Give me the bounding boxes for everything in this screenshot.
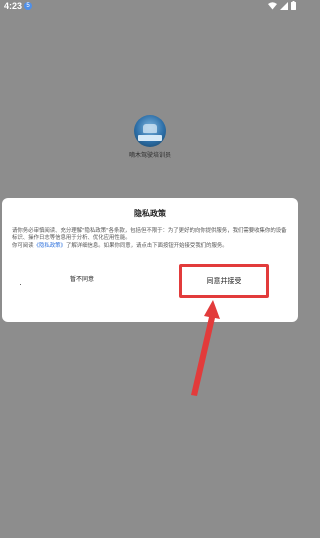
status-time: 4:23 (4, 1, 23, 11)
dialog-body-intro: 请你务必审慎阅读、充分理解"隐私政策"各条款，包括但不限于：为了更好的向你提供服… (12, 228, 287, 242)
wifi-icon (268, 1, 277, 9)
logo-car-shape (143, 124, 157, 133)
logo-band (138, 135, 162, 141)
status-bar: 4:23 5 (0, 0, 300, 14)
dialog-body: 请你务必审慎阅读、充分理解"隐私政策"各条款，包括但不限于：为了更好的向你提供服… (12, 228, 288, 250)
decorative-dot (20, 284, 21, 285)
dialog-body-consent: 了解详细信息。如果你同意，请点击下面按钮开始接受我们的服务。 (65, 242, 228, 249)
privacy-policy-link[interactable]: 《隐私政策》 (34, 243, 66, 249)
status-icons (268, 1, 296, 10)
battery-icon (291, 1, 296, 10)
app-logo (134, 115, 166, 147)
disagree-button[interactable]: 暂不同意 (52, 272, 112, 288)
privacy-policy-dialog: 隐私政策 请你务必审慎阅读、充分理解"隐私政策"各条款，包括但不限于：为了更好的… (2, 198, 298, 322)
agree-accept-button[interactable]: 同意并接受 (179, 264, 269, 298)
notification-badge-icon: 5 (24, 2, 32, 10)
dialog-body-read: 你可阅读 (12, 242, 34, 249)
dialog-title: 隐私政策 (134, 209, 166, 218)
splash-app-name: 嘀木驾驶培训员 (128, 152, 171, 159)
signal-icon (280, 1, 288, 10)
